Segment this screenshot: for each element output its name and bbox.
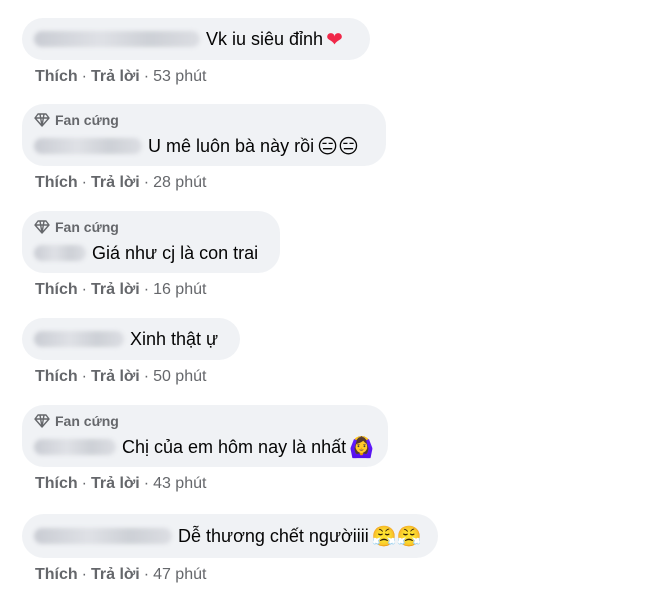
- comment-actions: Thích · Trả lời · 53 phút: [35, 68, 370, 86]
- like-link[interactable]: Thích: [35, 281, 78, 298]
- comment-actions: Thích · Trả lời · 28 phút: [35, 174, 386, 192]
- reply-link[interactable]: Trả lời: [91, 174, 140, 191]
- timestamp[interactable]: 16 phút: [153, 281, 206, 298]
- comment-actions: Thích · Trả lời · 43 phút: [35, 475, 388, 493]
- comment: Xinh thật ự Thích · Trả lời · 50 phút: [22, 318, 240, 386]
- fan-badge: Fan cứng: [34, 211, 266, 237]
- reply-link[interactable]: Trả lời: [91, 566, 140, 583]
- separator: ·: [81, 368, 87, 385]
- separator: ·: [143, 174, 150, 191]
- timestamp[interactable]: 28 phút: [153, 174, 206, 191]
- blurred-author-name[interactable]: [34, 331, 124, 347]
- comment: Fan cứng Giá như cj là con trai Thích · Tr…: [22, 211, 280, 299]
- reply-link[interactable]: Trả lời: [91, 68, 140, 85]
- separator: ·: [143, 566, 150, 583]
- separator: ·: [81, 174, 87, 191]
- reply-link[interactable]: Trả lời: [91, 368, 140, 385]
- comment-text: Xinh thật ự: [130, 329, 219, 349]
- separator: ·: [143, 368, 150, 385]
- reply-link[interactable]: Trả lời: [91, 475, 140, 492]
- timestamp[interactable]: 43 phút: [153, 475, 206, 492]
- separator: ·: [143, 475, 150, 492]
- like-link[interactable]: Thích: [35, 174, 78, 191]
- comment-text: Giá như cj là con trai: [92, 243, 259, 263]
- comment-bubble: Dễ thương chết ngườiiii 😤😤: [22, 514, 438, 558]
- face-with-steam-emoji-icon: 😤😤: [371, 524, 422, 548]
- comment-actions: Thích · Trả lời · 16 phút: [35, 281, 280, 299]
- woman-gesturing-ok-emoji-icon: 🙆‍♀️: [349, 435, 375, 459]
- blurred-author-name[interactable]: [34, 245, 86, 261]
- timestamp[interactable]: 50 phút: [153, 368, 206, 385]
- separator: ·: [81, 475, 87, 492]
- fan-badge-label: Fan cứng: [55, 413, 119, 429]
- like-link[interactable]: Thích: [35, 368, 78, 385]
- separator: ·: [143, 68, 150, 85]
- timestamp[interactable]: 47 phút: [153, 566, 206, 583]
- reply-link[interactable]: Trả lời: [91, 281, 140, 298]
- blurred-author-name[interactable]: [34, 439, 116, 455]
- like-link[interactable]: Thích: [35, 68, 78, 85]
- diamond-icon: [34, 113, 50, 127]
- like-link[interactable]: Thích: [35, 566, 78, 583]
- separator: ·: [143, 281, 150, 298]
- comment-bubble: Vk iu siêu đỉnh ❤: [22, 18, 370, 60]
- comment-bubble: Fan cứng U mê luôn bà này rồi 😑😑: [22, 104, 386, 166]
- comment-text: U mê luôn bà này rồi: [148, 136, 315, 156]
- comment: Dễ thương chết ngườiiii 😤😤 Thích · Trả lời…: [22, 514, 438, 584]
- fan-badge-label: Fan cứng: [55, 112, 119, 128]
- separator: ·: [81, 281, 87, 298]
- blurred-author-name[interactable]: [34, 138, 142, 154]
- expressionless-face-emoji-icon: 😑😑: [317, 134, 359, 158]
- comment-bubble: Xinh thật ự: [22, 318, 240, 360]
- comment-text: Vk iu siêu đỉnh: [206, 29, 324, 49]
- like-link[interactable]: Thích: [35, 475, 78, 492]
- heart-emoji-icon: ❤: [326, 27, 343, 51]
- comment-actions: Thích · Trả lời · 50 phút: [35, 368, 240, 386]
- comment-text: Chị của em hôm nay là nhất: [122, 437, 347, 457]
- fan-badge: Fan cứng: [34, 104, 372, 130]
- comment-bubble: Fan cứng Chị của em hôm nay là nhất 🙆‍♀️: [22, 405, 388, 467]
- blurred-author-name[interactable]: [34, 31, 200, 47]
- comment: Vk iu siêu đỉnh ❤ Thích · Trả lời · 53 phút: [22, 18, 370, 86]
- fan-badge-label: Fan cứng: [55, 219, 119, 235]
- diamond-icon: [34, 414, 50, 428]
- blurred-author-name[interactable]: [34, 528, 172, 544]
- separator: ·: [81, 566, 87, 583]
- comment-text: Dễ thương chết ngườiiii: [178, 526, 369, 546]
- timestamp[interactable]: 53 phút: [153, 68, 206, 85]
- fan-badge: Fan cứng: [34, 405, 374, 431]
- comment: Fan cứng Chị của em hôm nay là nhất 🙆‍♀️…: [22, 405, 388, 493]
- separator: ·: [81, 68, 87, 85]
- comment-actions: Thích · Trả lời · 47 phút: [35, 566, 438, 584]
- diamond-icon: [34, 220, 50, 234]
- comment: Fan cứng U mê luôn bà này rồi 😑😑 Thích · T…: [22, 104, 386, 192]
- comment-bubble: Fan cứng Giá như cj là con trai: [22, 211, 280, 273]
